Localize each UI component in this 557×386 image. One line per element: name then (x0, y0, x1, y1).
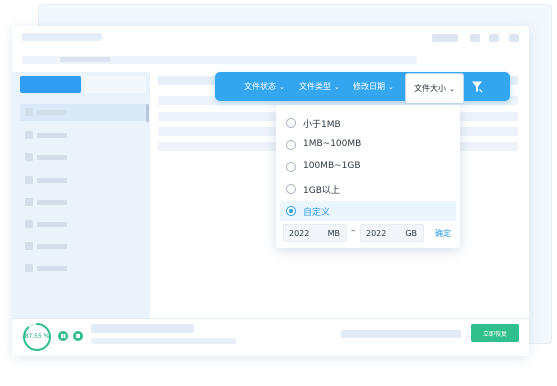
chevron-down-icon: ⌄ (449, 85, 455, 93)
window-title-placeholder (22, 33, 102, 41)
radio-icon[interactable] (286, 118, 296, 128)
size-option-custom[interactable]: 自定义 (280, 201, 456, 221)
filter-label: 修改日期 (353, 82, 385, 91)
option-label: 自定义 (303, 208, 331, 218)
sidebar-tab-active[interactable] (20, 76, 81, 93)
sidebar-item[interactable] (20, 260, 146, 277)
sidebar-item-label-placeholder (37, 200, 67, 205)
chevron-down-icon: ⌄ (388, 83, 394, 91)
radio-icon[interactable] (286, 184, 296, 194)
max-size-unit[interactable]: GB (405, 229, 417, 238)
screenshot-stage: 87.55 % 立即恢复 文件状态⌄ 文件类型⌄ 修改日期⌄ 文件大小⌄ (0, 0, 557, 386)
progress-percentage: 87.55 % (24, 333, 50, 340)
chevron-down-icon: ⌄ (279, 83, 285, 91)
filter-icon[interactable] (471, 80, 483, 93)
address-text-placeholder (60, 57, 110, 62)
size-option-1mb-100mb[interactable]: 1MB~100MB (280, 135, 456, 155)
max-size-input[interactable]: 2022 GB (360, 224, 424, 242)
filter-file-type[interactable]: 文件类型 ⌄ (299, 72, 340, 101)
option-label: 1GB以上 (303, 186, 340, 196)
sidebar-item[interactable] (20, 104, 146, 121)
window-control-placeholder[interactable] (432, 34, 458, 42)
folder-icon (25, 242, 33, 250)
confirm-button[interactable]: 确定 (435, 228, 451, 239)
filter-label: 文件类型 (299, 82, 331, 91)
filter-file-status[interactable]: 文件状态 ⌄ (244, 72, 285, 101)
minimize-button[interactable] (470, 34, 480, 42)
sidebar-item-label-placeholder (37, 155, 67, 160)
sidebar-item-label-placeholder (37, 222, 67, 227)
sidebar-item-label-placeholder (37, 133, 67, 138)
option-label: 小于1MB (303, 120, 341, 130)
scan-path-placeholder (91, 338, 236, 344)
close-button[interactable] (509, 34, 519, 42)
status-bar: 87.55 % 立即恢复 (12, 318, 529, 356)
custom-size-range: 2022 MB – 2022 GB 确定 (280, 224, 456, 242)
sidebar (12, 72, 150, 318)
sidebar-scrollbar[interactable] (146, 104, 149, 122)
sidebar-item[interactable] (20, 216, 146, 233)
size-option-lt-1mb[interactable]: 小于1MB (280, 113, 456, 133)
size-option-gt-1gb[interactable]: 1GB以上 (280, 179, 456, 199)
progress-ring: 87.55 % (22, 322, 52, 352)
sidebar-item-label-placeholder (37, 110, 67, 115)
recover-now-button[interactable]: 立即恢复 (471, 324, 519, 342)
filter-label: 文件状态 (244, 82, 276, 91)
pause-icon[interactable] (58, 331, 68, 341)
max-size-value: 2022 (366, 229, 387, 238)
size-option-100mb-1gb[interactable]: 100MB~1GB (280, 157, 456, 177)
radio-selected-icon[interactable] (286, 206, 296, 216)
stop-icon[interactable] (73, 331, 83, 341)
radio-icon[interactable] (286, 140, 296, 150)
option-label: 1MB~100MB (303, 139, 362, 149)
sidebar-item[interactable] (20, 149, 146, 166)
folder-icon (25, 153, 33, 161)
sidebar-item[interactable] (20, 127, 146, 144)
sidebar-item-label-placeholder (37, 266, 67, 271)
min-size-unit[interactable]: MB (328, 229, 340, 238)
filter-file-size[interactable]: 文件大小 ⌄ (405, 73, 464, 104)
filter-bar: 文件状态 ⌄ 文件类型 ⌄ 修改日期 ⌄ 文件大小 ⌄ (215, 72, 510, 104)
result-summary-placeholder (341, 330, 461, 338)
sidebar-tab[interactable] (84, 76, 146, 93)
sidebar-item[interactable] (20, 172, 146, 189)
folder-icon (25, 131, 33, 139)
scan-status-placeholder (91, 324, 194, 333)
radio-icon[interactable] (286, 162, 296, 172)
chevron-down-icon: ⌄ (334, 83, 340, 91)
sidebar-item[interactable] (20, 194, 146, 211)
range-separator: – (351, 226, 356, 236)
file-size-dropdown: 小于1MB 1MB~100MB 100MB~1GB 1GB以上 自定义 2022… (276, 105, 460, 248)
sidebar-item-label-placeholder (37, 178, 67, 183)
folder-icon (25, 264, 33, 272)
filter-label: 文件大小 (414, 84, 447, 93)
folder-icon (25, 198, 33, 206)
sidebar-item[interactable] (20, 238, 146, 255)
min-size-value: 2022 (289, 229, 310, 238)
folder-icon (25, 220, 33, 228)
option-label: 100MB~1GB (303, 161, 361, 171)
folder-icon (25, 108, 33, 116)
filter-modified-date[interactable]: 修改日期 ⌄ (353, 72, 394, 101)
maximize-button[interactable] (489, 34, 499, 42)
min-size-input[interactable]: 2022 MB (283, 224, 347, 242)
sidebar-item-label-placeholder (37, 244, 67, 249)
folder-icon (25, 176, 33, 184)
